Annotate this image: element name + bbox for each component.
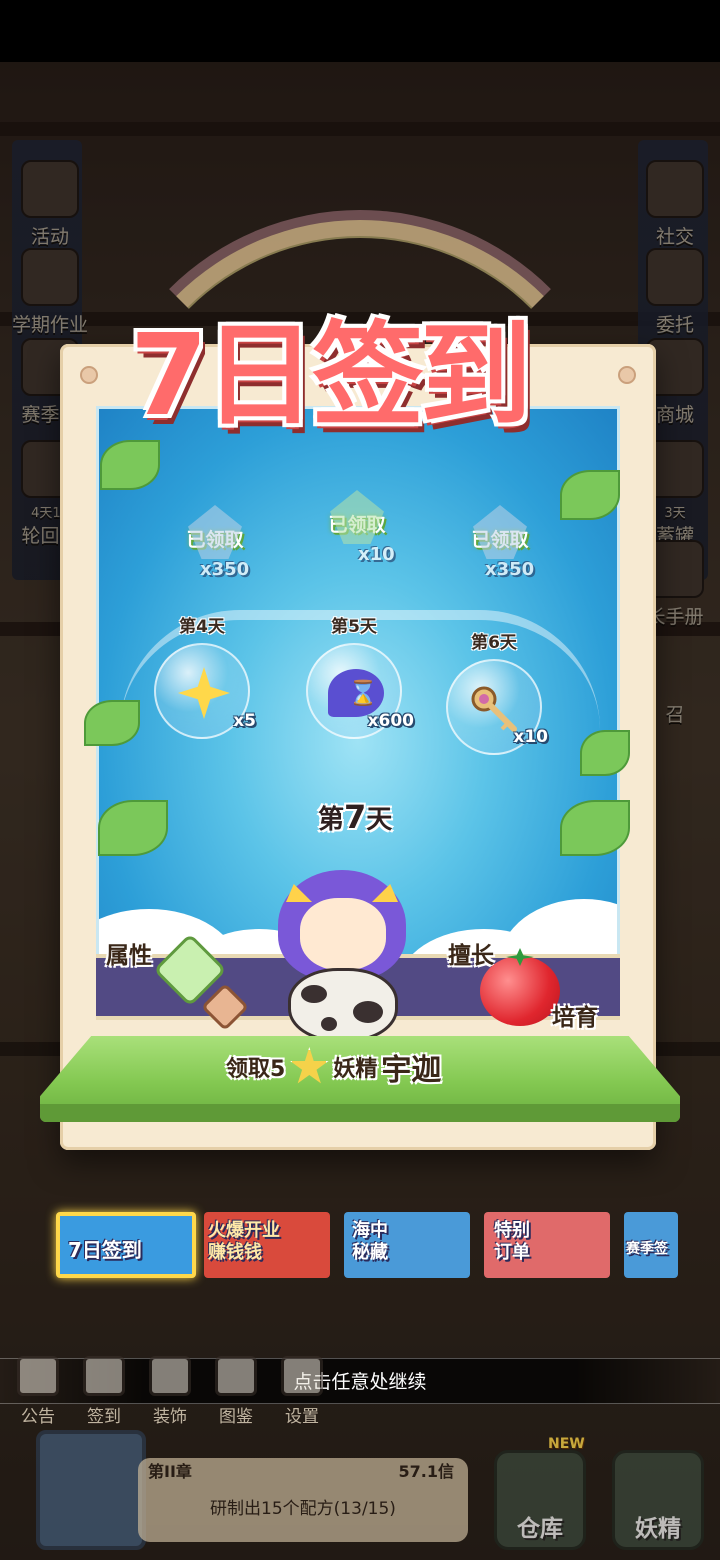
leaf-decoration	[580, 730, 630, 776]
leaf-decoration	[100, 440, 160, 490]
quest-points: 57.1信	[398, 1462, 455, 1481]
banner-sea-treasure[interactable]: 海中 秘藏	[344, 1212, 470, 1278]
fairy-character[interactable]	[268, 860, 418, 1050]
leaf-decoration	[84, 700, 140, 746]
reward-bubble: x10	[446, 659, 548, 755]
toolbar-decoration[interactable]: 装饰	[140, 1356, 200, 1427]
decoration-icon	[149, 1356, 191, 1396]
reward-day2: 已领取 x10	[312, 490, 402, 565]
reward-bubble: x5	[154, 643, 256, 739]
banner-grand-opening[interactable]: 火爆开业 赚钱钱	[204, 1212, 330, 1278]
page-title: 7日签到	[130, 311, 532, 441]
reward-day1: 已领取 x350	[170, 505, 260, 580]
fairy-button[interactable]: 妖精	[612, 1450, 704, 1550]
leaf-decoration	[98, 800, 168, 856]
recipe-book-icon[interactable]	[36, 1430, 146, 1550]
day7-label: 第7天	[318, 798, 393, 836]
settings-icon	[281, 1356, 323, 1396]
tomato-icon	[480, 956, 560, 1026]
quest-panel[interactable]: 第II章 57.1信 研制出15个配方(13/15)	[138, 1458, 468, 1542]
leaf-decoration	[560, 800, 630, 856]
specialty-label: 擅长	[448, 943, 494, 969]
encyclopedia-icon	[215, 1356, 257, 1396]
reward-day5[interactable]: 第5天 ⌛ x600	[304, 612, 414, 739]
event-banner-strip: 7日签到 火爆开业 赚钱钱 海中 秘藏 特别 订单 赛季签	[54, 1210, 684, 1282]
pin-right	[618, 366, 636, 384]
toolbar-checkin[interactable]: 签到	[74, 1356, 134, 1427]
pin-left	[80, 366, 98, 384]
grass-edge	[40, 1104, 680, 1122]
toolbar-encyclopedia[interactable]: 图鉴	[206, 1356, 266, 1427]
banner-7day-checkin[interactable]: 7日签到	[56, 1212, 196, 1278]
star-rank-icon	[290, 1047, 329, 1084]
star-gem-icon	[178, 667, 230, 719]
attribute-label: 属性	[106, 943, 152, 969]
reward-day3: 已领取 x350	[455, 505, 545, 580]
banner-special-order[interactable]: 特别 订单	[484, 1212, 610, 1278]
specialty-value: 培育	[552, 1005, 598, 1031]
claim-reward-text: 领取5 妖精 宇迦	[226, 1044, 441, 1090]
notice-icon	[17, 1356, 59, 1396]
toolbar-settings[interactable]: 设置	[272, 1356, 332, 1427]
warehouse-button[interactable]: 仓库	[494, 1450, 586, 1550]
leaf-decoration	[560, 470, 620, 520]
reward-day6[interactable]: 第6天 x10	[444, 628, 548, 755]
reward-bubble: ⌛ x600	[306, 643, 414, 739]
status-bar	[0, 0, 720, 62]
banner-season-checkin[interactable]: 赛季签	[624, 1212, 678, 1278]
reward-day4[interactable]: 第4天 x5	[152, 612, 256, 739]
toolbar-notice[interactable]: 公告	[8, 1356, 68, 1427]
checkin-icon	[83, 1356, 125, 1396]
hourglass-icon: ⌛	[328, 669, 384, 717]
